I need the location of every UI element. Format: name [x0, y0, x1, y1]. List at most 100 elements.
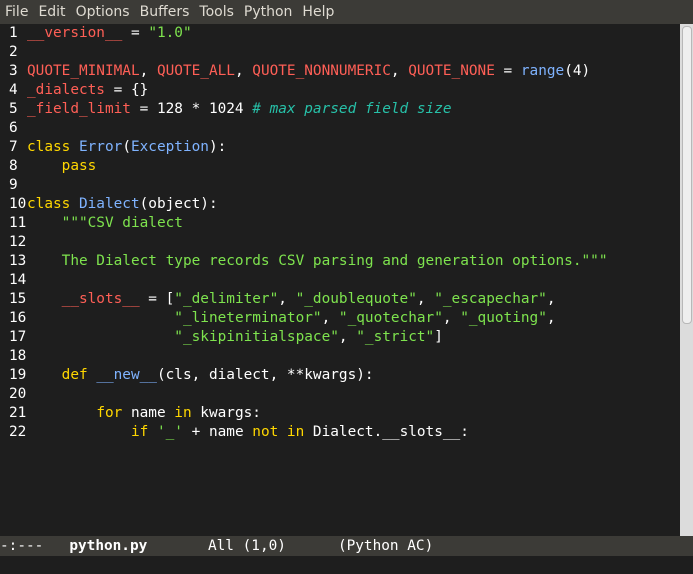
code-line[interactable]: 2 [0, 43, 27, 62]
code-token: = 128 * 1024 [130, 101, 253, 117]
code-token: QUOTE_ALL [156, 63, 235, 79]
menu-file[interactable]: File [0, 4, 33, 20]
scrollbar-thumb[interactable] [682, 26, 692, 324]
code-token: __version__ [27, 25, 123, 41]
line-number: 22 [9, 424, 27, 440]
menu-python[interactable]: Python [239, 4, 298, 20]
code-line[interactable]: 14 [0, 271, 27, 290]
line-number: 4 [9, 82, 18, 98]
code-token: class [27, 196, 79, 212]
code-line[interactable]: 6 [0, 119, 27, 138]
line-number: 21 [9, 405, 27, 421]
code-token: , [234, 63, 253, 79]
code-token: QUOTE_NONNUMERIC [252, 63, 391, 79]
menu-edit[interactable]: Edit [33, 4, 70, 20]
code-line[interactable]: 1 __version__ = "1.0" [0, 24, 192, 43]
code-token: "1.0" [148, 25, 192, 41]
code-token: "_escapechar" [434, 291, 547, 307]
code-line[interactable]: 17 "_skipinitialspace", "_strict"] [0, 328, 443, 347]
modeline-buffer-name: python.py [69, 538, 148, 554]
code-token: ] [434, 329, 443, 345]
code-line[interactable]: 19 def __new__(cls, dialect, **kwargs): [0, 366, 374, 385]
code-line[interactable]: 9 [0, 176, 27, 195]
code-token: , [338, 329, 357, 345]
code-token: , [442, 310, 461, 326]
code-line[interactable]: 5 _field_limit = 128 * 1024 # max parsed … [0, 100, 452, 119]
code-token: _field_limit [27, 101, 131, 117]
code-token: (4) [564, 63, 591, 79]
line-number: 14 [9, 272, 27, 288]
code-line[interactable]: 20 [0, 385, 27, 404]
code-token: __new__ [96, 367, 157, 383]
line-number: 9 [9, 177, 18, 193]
line-number: 19 [9, 367, 27, 383]
code-line[interactable]: 4 _dialects = {} [0, 81, 148, 100]
line-number: 15 [9, 291, 27, 307]
code-token: Exception [130, 139, 209, 155]
code-token: = [122, 25, 149, 41]
code-line[interactable]: 15 __slots__ = ["_delimiter", "_doublequ… [0, 290, 556, 309]
code-token: = [494, 63, 521, 79]
code-token: for [96, 405, 123, 421]
line-number: 12 [9, 234, 27, 250]
code-token: "_lineterminator" [174, 310, 322, 326]
code-line[interactable]: 22 if '_' + name not in Dialect.__slots_… [0, 423, 469, 442]
code-token: (cls, dialect, **kwargs): [156, 367, 374, 383]
code-token: "_skipinitialspace" [174, 329, 339, 345]
modeline-position: All (1,0) [207, 538, 286, 554]
vertical-scrollbar[interactable] [680, 24, 693, 536]
code-token: not in [252, 424, 305, 440]
code-line[interactable]: 3 QUOTE_MINIMAL, QUOTE_ALL, QUOTE_NONNUME… [0, 62, 590, 81]
code-token: QUOTE_NONE [408, 63, 495, 79]
code-line[interactable]: 13 The Dialect type records CSV parsing … [0, 252, 607, 271]
code-token: , [546, 291, 556, 307]
line-number: 10 [9, 196, 27, 212]
code-token: range [520, 63, 565, 79]
code-token: ): [208, 139, 227, 155]
menu-options[interactable]: Options [71, 4, 135, 20]
minibuffer[interactable] [0, 556, 693, 574]
code-token: in [174, 405, 192, 421]
menu-help[interactable]: Help [297, 4, 339, 20]
code-token: kwargs: [191, 405, 261, 421]
code-token: , [416, 291, 435, 307]
mode-line: -:--- python.py All (1,0) (Python AC) [0, 536, 693, 556]
code-token: def [61, 367, 97, 383]
code-token: , [390, 63, 409, 79]
line-number: 3 [9, 63, 18, 79]
code-token: Dialect [78, 196, 140, 212]
code-line[interactable]: 11 """CSV dialect [0, 214, 183, 233]
code-token: __slots__ [61, 291, 140, 307]
code-token: , [139, 63, 157, 79]
code-line[interactable]: 10class Dialect(object): [0, 195, 218, 214]
code-token: "_doublequote" [295, 291, 417, 307]
code-line[interactable]: 12 [0, 233, 27, 252]
code-token: "_quoting" [460, 310, 547, 326]
code-line[interactable]: 21 for name in kwargs: [0, 404, 261, 423]
menu-buffers[interactable]: Buffers [135, 4, 195, 20]
code-line[interactable]: 7 class Error(Exception): [0, 138, 226, 157]
code-token: , [321, 310, 339, 326]
code-token: The Dialect type records CSV parsing and… [61, 253, 608, 269]
code-line[interactable]: 8 pass [0, 157, 96, 176]
code-line[interactable]: 18 [0, 347, 27, 366]
code-token: """CSV dialect [61, 215, 183, 231]
code-token: '_' [156, 424, 183, 440]
code-token: Error [78, 139, 123, 155]
line-number: 16 [9, 310, 27, 326]
code-editor[interactable]: 1 __version__ = "1.0" 2 3 QUOTE_MINIMAL, QUO… [0, 24, 680, 536]
menu-tools[interactable]: Tools [194, 4, 239, 20]
code-token: "_delimiter" [174, 291, 279, 307]
line-number: 5 [9, 101, 18, 117]
code-line[interactable]: 16 "_lineterminator", "_quotechar", "_qu… [0, 309, 556, 328]
